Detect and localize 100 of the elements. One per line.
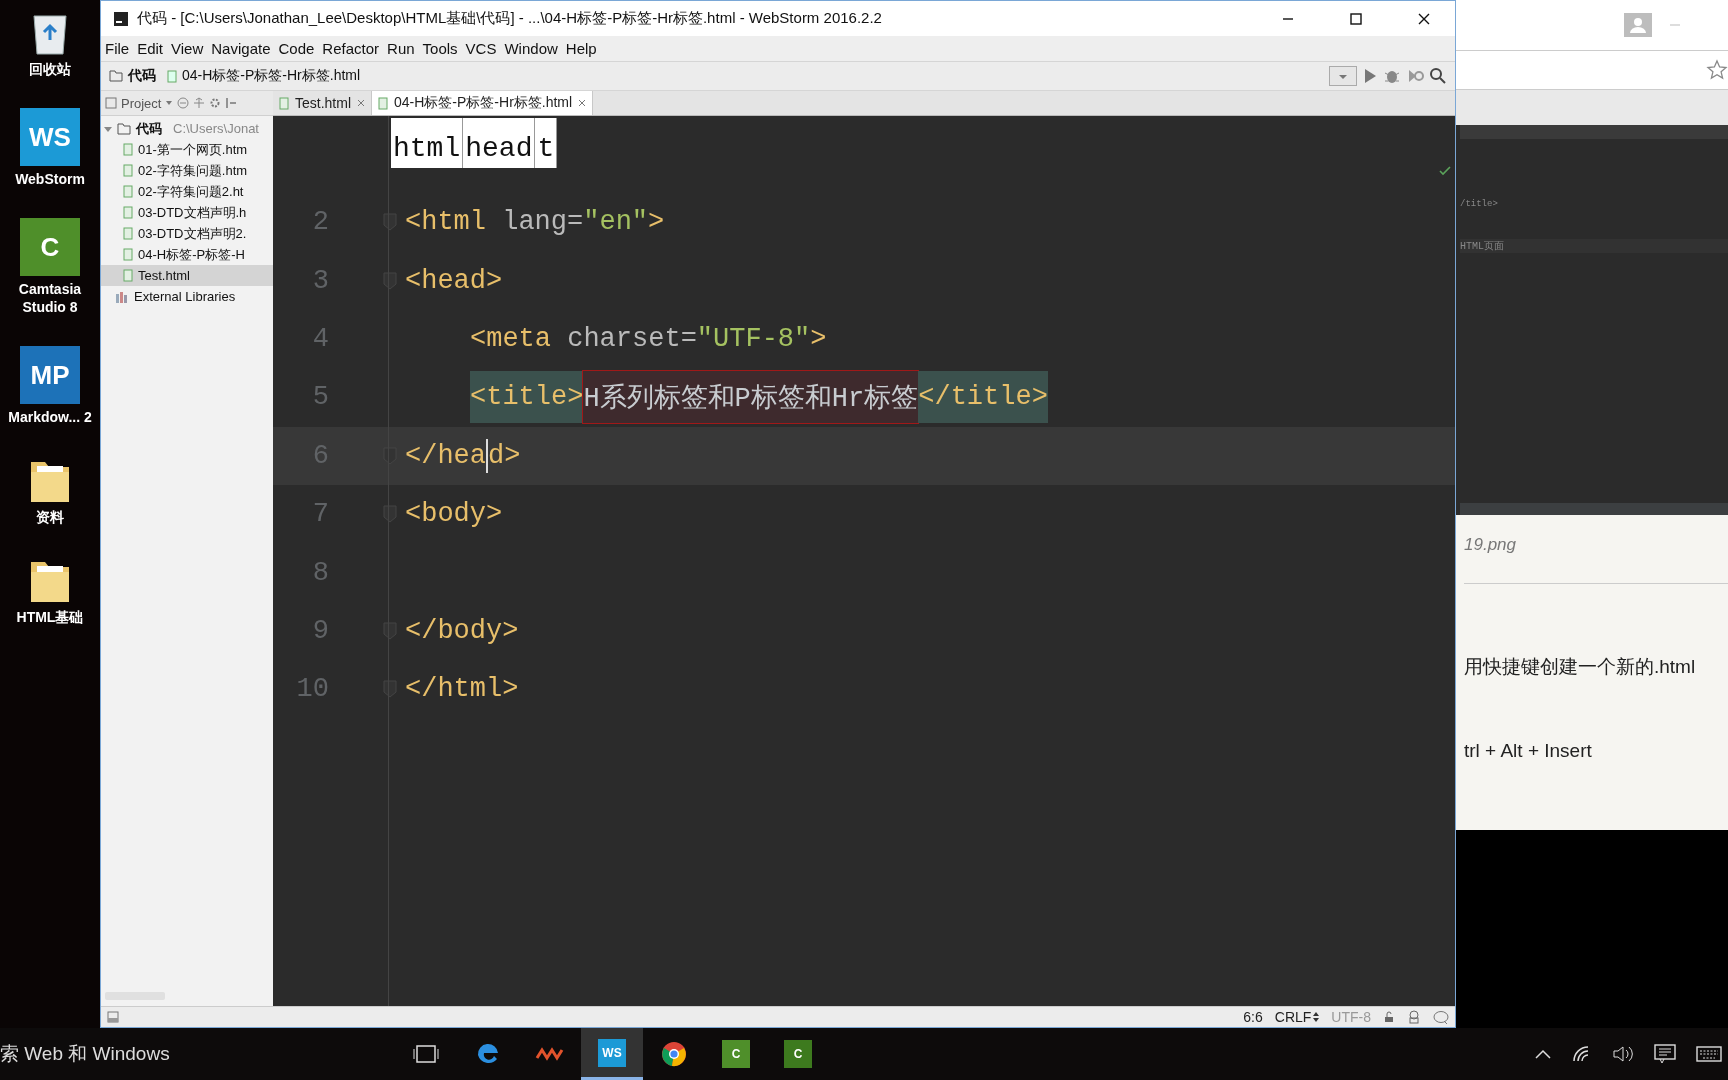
line-separator-selector[interactable]: CRLF [1274,1009,1320,1025]
menu-item[interactable]: Navigate [211,40,271,57]
browser-icon[interactable] [661,1041,687,1067]
close-icon[interactable] [578,99,587,107]
paragraph: 用快捷键创建一个新的.html [1464,655,1697,679]
code-text: /title> [1460,199,1499,209]
desktop-icon-label[interactable]: WebStorm [5,170,95,188]
hide-icon[interactable] [225,97,238,109]
code-token: <html [405,207,487,238]
app-icon[interactable]: C [722,1040,750,1068]
coverage-icon[interactable] [1406,67,1424,85]
project-icon [105,97,117,109]
breadcrumb-item[interactable]: 04-H标签-P标签-Hr标签.html [182,67,361,85]
expand-arrow-icon[interactable] [104,124,112,133]
code-token: </title> [918,371,1048,424]
line-number: 4 [311,323,330,354]
project-view-dropdown[interactable]: Project [121,95,162,111]
tree-item[interactable]: 03-DTD文档声明2. [101,223,273,244]
updown-icon [1313,1012,1320,1022]
code-token: > [648,207,665,238]
tree-item[interactable]: 03-DTD文档声明.h [101,202,273,223]
file-icon [123,185,133,198]
event-log-icon[interactable] [1433,1010,1449,1024]
file-icon [123,206,133,219]
search-icon[interactable] [1429,67,1447,85]
file-icon [123,269,133,282]
desktop-icon-label[interactable]: Markdow... 2 [5,408,95,426]
tree-item[interactable]: Test.html [101,265,273,286]
app-icon[interactable]: C [784,1040,812,1068]
lock-icon[interactable] [1383,1011,1395,1023]
close-icon[interactable] [357,99,365,107]
menu-item[interactable]: File [105,40,130,57]
tree-item[interactable]: 01-第一个网页.htm [101,139,273,160]
line-number: 8 [311,557,330,588]
code-token: </body> [405,615,519,646]
desktop-icon-label[interactable]: 资料 [5,508,95,526]
image-caption: 19.png [1464,535,1517,555]
run-icon[interactable] [1362,67,1378,85]
line-number: 5 [311,382,330,413]
menu-item[interactable]: Run [387,40,415,57]
task-view-icon[interactable] [413,1043,439,1065]
keyboard-icon[interactable] [1696,1045,1722,1063]
tree-item[interactable]: 代码 [136,119,162,138]
tree-item[interactable]: External Libraries [134,289,236,304]
locate-icon[interactable] [177,97,190,109]
structure-crumb[interactable]: head [463,118,536,168]
volume-icon[interactable] [1612,1045,1634,1063]
menu-item[interactable]: Tools [422,40,458,57]
bookmark-star-icon[interactable] [1706,59,1728,81]
desktop-icon-label[interactable]: 回收站 [5,60,95,78]
caret-icon [165,99,174,107]
folder-path: C:\Users\Jonat [173,121,259,136]
collapse-icon[interactable] [193,97,206,109]
menu-item[interactable]: Code [278,40,315,57]
line-number: 2 [311,207,330,238]
settings-icon[interactable] [209,97,222,109]
file-icon [123,248,133,261]
no-problems-check-icon [1439,166,1451,176]
code-token: </html> [405,674,519,705]
code-token: H系列标签和P标签和Hr标签 [583,371,919,424]
file-icon [123,143,133,156]
code-token: lang= [502,207,584,238]
tree-item[interactable]: 04-H标签-P标签-H [101,244,273,265]
app-icon[interactable]: MP [20,346,80,404]
code-token: d> [488,440,521,471]
search-field[interactable]: 索 Web 和 Windows [0,1041,395,1067]
library-icon [115,290,129,303]
editor-tab[interactable]: 04-H标签-P标签-Hr标签.html [372,91,594,115]
tree-item[interactable]: 02-字符集问题.htm [101,160,273,181]
line-number: 9 [311,615,330,646]
breadcrumb-item[interactable]: 代码 [128,67,156,85]
app-icon [113,10,129,27]
window-title: 代码 - [C:\Users\Jonathan_Lee\Desktop\HTML基础\代码] - ...\04-H标签-P标签-Hr标签.html - WebStorm 2016.2.2 [137,9,882,28]
chevron-up-icon[interactable] [1534,1048,1552,1060]
structure-crumb[interactable]: html [391,118,464,168]
desktop-icon-label[interactable]: HTML基础 [5,608,95,626]
code-token: </hea [405,440,486,471]
dropdown[interactable] [1329,66,1357,86]
menu-item[interactable]: Help [565,40,597,57]
shortcut-text: trl + Alt + Insert [1464,740,1593,762]
tree-item[interactable]: 02-字符集问题2.ht [101,181,273,202]
file-icon [167,69,177,83]
menu-item[interactable]: Edit [137,40,164,57]
structure-crumb[interactable]: t [535,118,558,168]
app-icon[interactable]: C [20,218,80,276]
code-token: "en" [583,207,649,238]
cursor-position[interactable]: 6:6 [1243,1009,1263,1025]
file-icon [279,96,289,110]
tool-windows-icon[interactable] [107,1011,119,1023]
menu-item[interactable]: View [171,40,204,57]
file-icon [123,164,133,177]
inspector-icon[interactable] [1407,1010,1421,1024]
menu-item[interactable]: Refactor [322,40,380,57]
folder-icon [117,122,131,135]
code-token: <title> [470,371,584,424]
user-profile-icon[interactable] [1624,13,1652,37]
desktop-icon-label[interactable]: Camtasia Studio 8 [5,280,95,316]
menu-item[interactable]: Window [504,40,558,57]
notifications-icon[interactable] [1654,1044,1676,1064]
menu-item[interactable]: VCS [465,40,497,57]
